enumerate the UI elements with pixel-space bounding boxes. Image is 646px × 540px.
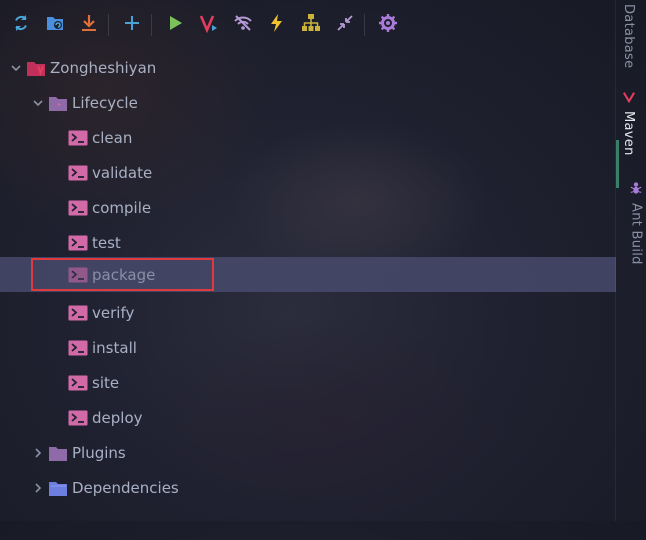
download-sources-button[interactable]: [74, 10, 104, 40]
goal-label: verify: [92, 303, 135, 322]
run-button[interactable]: [160, 10, 190, 40]
toolbar-separator: [151, 14, 152, 36]
chevron-right-icon[interactable]: [30, 445, 46, 461]
tree-node-goal-site[interactable]: site: [0, 365, 616, 400]
project-label: Zongheshiyan: [50, 58, 157, 77]
tree-node-goal-verify[interactable]: verify: [0, 295, 616, 330]
ant-icon: [629, 180, 643, 199]
toggle-offline-icon: [233, 13, 253, 37]
run-icon: [165, 13, 185, 37]
tree-node-goal-install[interactable]: install: [0, 330, 616, 365]
tree-node-plugins[interactable]: Plugins: [0, 435, 616, 470]
tree-node-goal-deploy[interactable]: deploy: [0, 400, 616, 435]
tool-window-sidebar: Database Maven Ant Build: [615, 0, 646, 521]
reload-icon: [11, 13, 31, 37]
tree-node-dependencies[interactable]: Dependencies: [0, 470, 616, 505]
maven-project-icon: [26, 59, 46, 77]
goal-run-icon: [68, 409, 88, 427]
reload-button[interactable]: [6, 10, 36, 40]
goal-run-icon: [68, 129, 88, 147]
skip-tests-button[interactable]: [262, 10, 292, 40]
goal-run-icon: [68, 374, 88, 392]
tree-node-goal-test[interactable]: test: [0, 225, 616, 260]
sidebar-tab-label: Maven: [621, 111, 636, 156]
settings-icon: [378, 13, 398, 37]
execute-maven-goal-button[interactable]: [194, 10, 224, 40]
maven-icon: [622, 88, 636, 107]
download-icon: [79, 13, 99, 37]
add-icon: [122, 13, 142, 37]
goal-label: compile: [92, 198, 152, 217]
highlight-annotation-box: [31, 258, 214, 291]
active-tab-indicator: [616, 140, 619, 188]
sidebar-tab-ant-build[interactable]: Ant Build: [621, 180, 646, 265]
goal-label: deploy: [92, 408, 143, 427]
goal-label: clean: [92, 128, 133, 147]
sidebar-tab-database[interactable]: Database: [621, 4, 636, 68]
toolbar-separator: [364, 14, 365, 36]
plugins-folder-icon: [48, 444, 68, 462]
add-maven-project-button[interactable]: [117, 10, 147, 40]
collapse-all-icon: [335, 13, 355, 37]
dependencies-label: Dependencies: [72, 478, 179, 497]
sidebar-tab-label: Ant Build: [628, 203, 644, 265]
sidebar-tab-label: Database: [621, 4, 636, 69]
chevron-down-icon[interactable]: [30, 95, 46, 111]
goal-run-icon: [68, 234, 88, 252]
maven-settings-button[interactable]: [373, 10, 403, 40]
tree-node-goal-validate[interactable]: validate: [0, 155, 616, 190]
goal-label: install: [92, 338, 137, 357]
goal-run-icon: [68, 304, 88, 322]
show-dependencies-button[interactable]: [296, 10, 326, 40]
dependencies-folder-icon: [48, 479, 68, 497]
dependencies-diagram-icon: [301, 13, 321, 37]
generate-sources-icon: [45, 13, 65, 37]
toggle-offline-button[interactable]: [228, 10, 258, 40]
goal-label: test: [92, 233, 121, 252]
toolbar-separator: [108, 14, 109, 36]
plugins-label: Plugins: [72, 443, 126, 462]
maven-toolbar: [0, 0, 616, 50]
goal-run-icon: [68, 164, 88, 182]
goal-run-icon: [68, 199, 88, 217]
lifecycle-folder-icon: [48, 94, 68, 112]
goal-run-icon: [68, 339, 88, 357]
chevron-down-icon[interactable]: [8, 60, 24, 76]
collapse-all-button[interactable]: [330, 10, 360, 40]
maven-goal-icon: [199, 13, 219, 37]
tree-node-goal-compile[interactable]: compile: [0, 190, 616, 225]
goal-label: site: [92, 373, 120, 392]
skip-tests-icon: [267, 13, 287, 37]
tree-node-lifecycle[interactable]: Lifecycle: [0, 85, 616, 120]
lifecycle-label: Lifecycle: [72, 93, 138, 112]
goal-label: validate: [92, 163, 153, 182]
sidebar-tab-maven[interactable]: Maven: [621, 88, 636, 156]
chevron-right-icon[interactable]: [30, 480, 46, 496]
generate-sources-button[interactable]: [40, 10, 70, 40]
tree-node-project[interactable]: Zongheshiyan: [0, 50, 616, 85]
tree-node-goal-clean[interactable]: clean: [0, 120, 616, 155]
